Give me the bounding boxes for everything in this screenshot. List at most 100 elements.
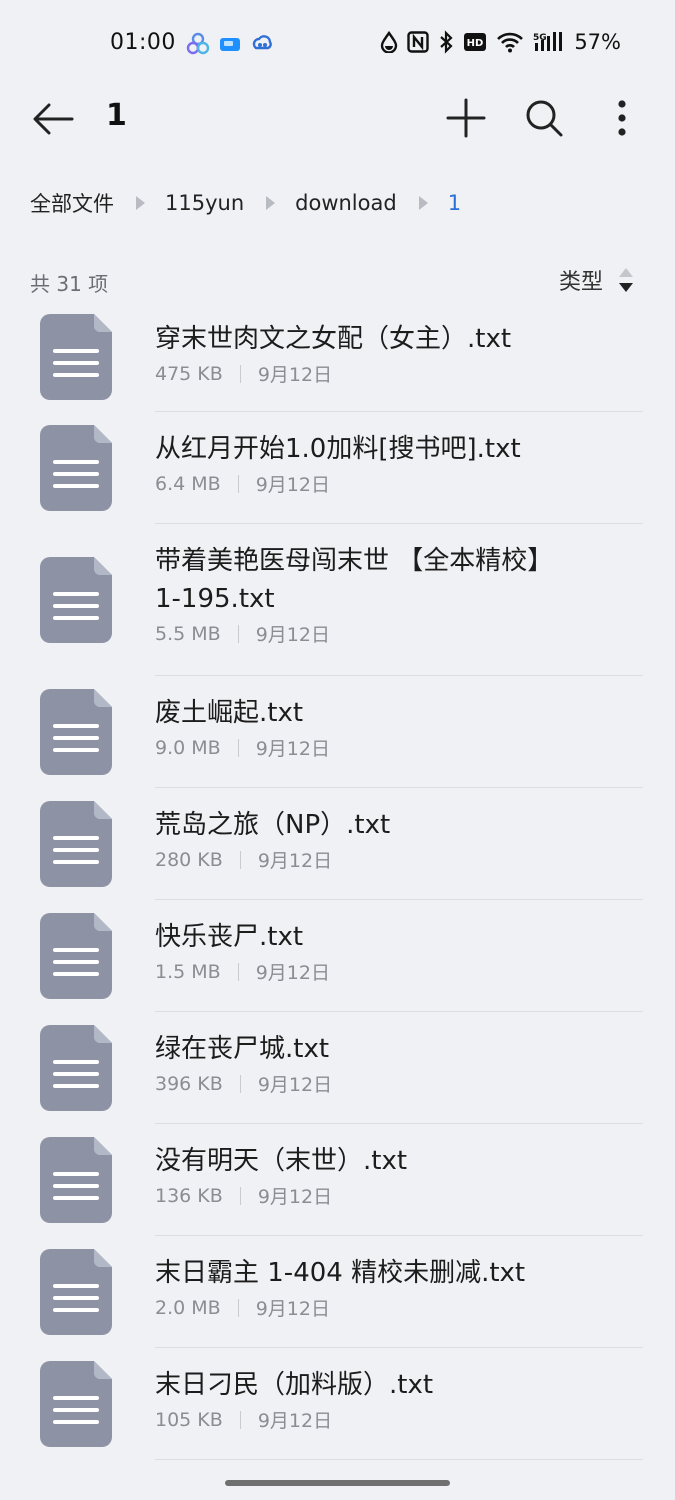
top-app-bar: 1 xyxy=(0,90,675,146)
file-item[interactable]: 荒岛之旅（NP）.txt 280 KB 9月12日 xyxy=(0,788,675,900)
file-size: 9.0 MB xyxy=(155,736,221,759)
file-date: 9月12日 xyxy=(257,1074,333,1096)
breadcrumb-separator-icon xyxy=(136,196,145,210)
file-size: 6.4 MB xyxy=(155,472,221,495)
file-item[interactable]: 快乐丧尸.txt 1.5 MB 9月12日 xyxy=(0,900,675,1012)
file-size: 280 KB xyxy=(155,848,223,871)
file-size: 475 KB xyxy=(155,362,223,385)
text-file-icon xyxy=(40,314,112,400)
file-size: 105 KB xyxy=(155,1408,223,1431)
file-date: 9月12日 xyxy=(255,962,330,984)
file-meta: 475 KB 9月12日 xyxy=(155,360,575,387)
file-date: 9月12日 xyxy=(257,1410,333,1432)
status-app-icons xyxy=(186,32,274,56)
file-item[interactable]: 从红月开始1.0加料[搜书吧].txt 6.4 MB 9月12日 xyxy=(0,412,675,524)
text-file-icon xyxy=(40,1025,112,1111)
sort-button[interactable]: 类型 xyxy=(559,264,635,296)
more-button[interactable] xyxy=(600,94,644,142)
file-info: 荒岛之旅（NP）.txt 280 KB 9月12日 xyxy=(155,806,575,873)
text-file-icon xyxy=(40,1361,112,1447)
file-info: 末日刁民（加料版）.txt 105 KB 9月12日 xyxy=(155,1366,575,1433)
file-info: 带着美艳医母闯末世 【全本精校】1-195.txt 5.5 MB 9月12日 xyxy=(155,542,575,647)
file-meta: 2.0 MB 9月12日 xyxy=(155,1294,575,1321)
file-item[interactable]: 带着美艳医母闯末世 【全本精校】1-195.txt 5.5 MB 9月12日 xyxy=(0,524,675,676)
meta-separator xyxy=(237,624,239,643)
breadcrumb-separator-icon xyxy=(418,196,428,210)
text-file-icon xyxy=(40,689,112,775)
file-item[interactable]: 穿末世肉文之女配（女主）.txt 475 KB 9月12日 xyxy=(0,300,675,412)
file-item[interactable]: 绿在丧尸城.txt 396 KB 9月12日 xyxy=(0,1012,675,1124)
breadcrumb-item-current: 1 xyxy=(447,191,462,215)
file-item[interactable]: 没有明天（末世）.txt 136 KB 9月12日 xyxy=(0,1124,675,1236)
file-name: 带着美艳医母闯末世 【全本精校】1-195.txt xyxy=(155,546,554,614)
home-indicator[interactable] xyxy=(225,1480,450,1486)
meta-separator xyxy=(239,1074,241,1093)
app-icon-1 xyxy=(186,32,210,55)
meta-separator xyxy=(239,850,241,869)
add-button[interactable] xyxy=(442,94,490,142)
file-meta: 105 KB 9月12日 xyxy=(155,1406,575,1433)
breadcrumb-item-download[interactable]: download xyxy=(295,191,397,215)
meta-separator xyxy=(237,474,239,493)
battery-percent: 57% xyxy=(574,30,621,54)
file-item[interactable]: 末日刁民（加料版）.txt 105 KB 9月12日 xyxy=(0,1348,675,1460)
file-name: 末日霸主 1-404 精校未删减.txt xyxy=(155,1258,526,1288)
file-name: 快乐丧尸.txt xyxy=(155,922,304,952)
file-date: 9月12日 xyxy=(255,1298,330,1320)
back-button[interactable] xyxy=(30,96,76,142)
meta-separator xyxy=(237,962,239,981)
file-size: 1.5 MB xyxy=(155,960,221,983)
file-info: 快乐丧尸.txt 1.5 MB 9月12日 xyxy=(155,918,575,985)
text-file-icon xyxy=(40,425,112,511)
search-icon xyxy=(526,100,563,137)
search-button[interactable] xyxy=(520,94,568,142)
svg-text:5G: 5G xyxy=(533,33,547,43)
file-info: 废土崛起.txt 9.0 MB 9月12日 xyxy=(155,694,575,761)
text-file-icon xyxy=(40,1249,112,1335)
app-icon-2 xyxy=(220,38,240,51)
file-info: 从红月开始1.0加料[搜书吧].txt 6.4 MB 9月12日 xyxy=(155,430,575,497)
breadcrumb-separator-icon xyxy=(266,196,276,210)
row-divider xyxy=(155,1459,643,1460)
file-size: 2.0 MB xyxy=(155,1296,221,1319)
sort-arrows-icon xyxy=(619,268,633,292)
app-icon-3 xyxy=(252,35,272,50)
status-bar: 01:00 HD 5G 57% xyxy=(0,0,675,90)
file-info: 没有明天（末世）.txt 136 KB 9月12日 xyxy=(155,1142,575,1209)
file-date: 9月12日 xyxy=(255,474,330,496)
drop-icon xyxy=(381,31,398,53)
meta-separator xyxy=(237,738,239,757)
file-size: 5.5 MB xyxy=(155,622,221,645)
text-file-icon xyxy=(40,1137,112,1223)
breadcrumb: 全部文件 115yun download 1 xyxy=(30,186,461,220)
file-meta: 6.4 MB 9月12日 xyxy=(155,470,575,497)
file-info: 末日霸主 1-404 精校未删减.txt 2.0 MB 9月12日 xyxy=(155,1254,575,1321)
file-meta: 5.5 MB 9月12日 xyxy=(155,620,575,647)
file-info: 穿末世肉文之女配（女主）.txt 475 KB 9月12日 xyxy=(155,320,575,387)
file-meta: 1.5 MB 9月12日 xyxy=(155,958,575,985)
file-name: 没有明天（末世）.txt xyxy=(155,1146,408,1176)
file-date: 9月12日 xyxy=(257,1186,333,1208)
page-title: 1 xyxy=(106,98,127,133)
bluetooth-icon xyxy=(440,30,453,54)
plus-icon xyxy=(446,98,486,138)
wifi-icon xyxy=(497,32,524,53)
breadcrumb-item-115yun[interactable]: 115yun xyxy=(165,191,244,215)
file-name: 从红月开始1.0加料[搜书吧].txt xyxy=(155,434,521,464)
meta-separator xyxy=(239,1410,241,1429)
hd-icon: HD xyxy=(464,33,487,51)
file-name: 穿末世肉文之女配（女主）.txt xyxy=(155,324,512,354)
file-date: 9月12日 xyxy=(257,364,333,386)
file-item[interactable]: 废土崛起.txt 9.0 MB 9月12日 xyxy=(0,676,675,788)
sort-label: 类型 xyxy=(558,270,603,295)
nfc-icon xyxy=(407,31,430,53)
file-item[interactable]: 末日霸主 1-404 精校未删减.txt 2.0 MB 9月12日 xyxy=(0,1236,675,1348)
breadcrumb-item-all-files[interactable]: 全部文件 xyxy=(30,188,114,218)
file-name: 废土崛起.txt xyxy=(155,698,304,728)
file-date: 9月12日 xyxy=(257,850,333,872)
item-count: 共 31 项 xyxy=(30,272,109,296)
text-file-icon xyxy=(40,801,112,887)
text-file-icon xyxy=(40,913,112,999)
back-arrow-icon xyxy=(33,103,74,135)
file-name: 绿在丧尸城.txt xyxy=(155,1034,330,1064)
